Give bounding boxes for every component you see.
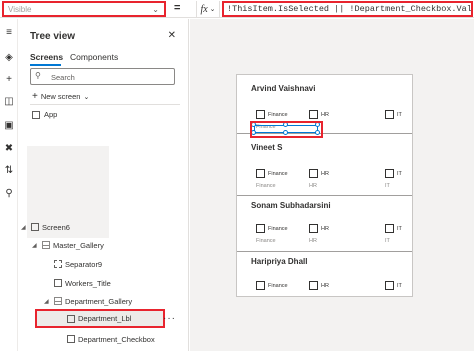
tree-view-title: Tree view (30, 31, 76, 42)
screen-icon (31, 223, 39, 231)
divider (237, 251, 412, 252)
property-name: Visible (8, 4, 32, 14)
divider (237, 195, 412, 196)
equals-sign: = (174, 2, 181, 14)
formula-input[interactable]: !ThisItem.IsSelected || !Department_Chec… (222, 1, 473, 17)
checkbox-icon (67, 335, 75, 343)
master-gallery[interactable]: Arvind Vaishnavi Finance HR IT Finance V… (236, 74, 413, 297)
property-dropdown[interactable]: Visible ⌄ (2, 1, 166, 17)
tree-item-label: App (44, 110, 58, 119)
chevron-down-icon: ◢ (44, 298, 49, 305)
tab-components[interactable]: Components (70, 52, 118, 62)
variables-icon[interactable]: ⇅ (3, 165, 15, 177)
department-label: HR (309, 183, 317, 189)
gallery-card[interactable]: Vineet S Finance HR IT Finance HR IT (237, 143, 412, 197)
chevron-down-icon: ◢ (32, 242, 37, 249)
new-screen-label: New screen (40, 92, 81, 101)
tree-item-screen[interactable]: ◢ Screen6 (21, 220, 70, 234)
gallery-icon (42, 241, 50, 249)
checkbox-label: HR (321, 283, 329, 289)
selection-highlight (250, 121, 323, 138)
checkbox-label: HR (321, 171, 329, 177)
tree-item-master-gallery[interactable]: ◢ Master_Gallery (32, 238, 104, 252)
more-options-icon[interactable]: ··· (163, 313, 176, 324)
worker-name: Haripriya Dhall (251, 257, 308, 266)
left-rail: ≡ ◈ + ◫ ▣ ✖ ⇅ ⚲ (0, 19, 18, 351)
tab-active-indicator (30, 64, 61, 66)
department-checkbox[interactable] (385, 169, 394, 178)
checkbox-label: IT (397, 226, 402, 232)
chevron-down-icon: ⌄ (152, 5, 159, 14)
database-icon[interactable]: ◫ (3, 96, 15, 108)
department-label: IT (385, 238, 390, 244)
department-label: Finance (256, 238, 276, 244)
layers-icon[interactable]: ◈ (3, 52, 15, 64)
divider (30, 104, 180, 105)
department-checkbox[interactable] (385, 110, 394, 119)
worker-name: Arvind Vaishnavi (251, 84, 316, 93)
tree-item-app[interactable]: App (32, 110, 57, 119)
tree-item-label: Separator9 (65, 259, 103, 269)
checkbox-label: HR (321, 226, 329, 232)
worker-name: Sonam Subhadarsini (251, 201, 331, 210)
tab-screens[interactable]: Screens (30, 52, 63, 62)
chevron-down-icon: ◢ (21, 224, 26, 231)
tree-item-label: Department_Gallery (65, 296, 133, 306)
tree-item-department-checkbox[interactable]: Department_Checkbox (67, 332, 155, 346)
gallery-card[interactable]: Haripriya Dhall Finance HR IT (251, 257, 402, 296)
separator-icon (54, 260, 62, 268)
department-label: HR (309, 238, 317, 244)
department-checkbox[interactable] (385, 224, 394, 233)
department-checkbox[interactable] (309, 281, 318, 290)
department-checkbox[interactable] (256, 224, 265, 233)
checkbox-label: HR (321, 112, 329, 118)
formula-bar: Visible ⌄ = fx ⌄ !ThisItem.IsSelected || … (0, 0, 474, 18)
hamburger-icon[interactable]: ≡ (3, 27, 15, 39)
chevron-down-icon: ⌄ (83, 93, 90, 101)
tree-item-label: Department_Checkbox (78, 334, 155, 344)
department-checkbox[interactable] (309, 169, 318, 178)
app-icon (32, 110, 40, 119)
department-checkbox[interactable] (385, 281, 394, 290)
new-screen-button[interactable]: + New screen ⌄ (32, 91, 89, 102)
tree-item-label: Master_Gallery (53, 240, 104, 250)
gallery-icon (54, 297, 62, 305)
label-icon (54, 279, 62, 287)
media-icon[interactable]: ▣ (3, 120, 15, 132)
department-checkbox[interactable] (256, 110, 265, 119)
department-label: IT (385, 183, 390, 189)
search-icon[interactable]: ⚲ (3, 188, 15, 200)
tree-item-label: Screen6 (42, 222, 70, 232)
fx-button[interactable]: fx ⌄ (196, 1, 220, 17)
search-icon: ⚲ (35, 71, 41, 80)
plus-icon: + (32, 91, 38, 102)
chevron-down-icon: ⌄ (209, 6, 216, 13)
tools-icon[interactable]: ✖ (3, 143, 15, 155)
formula-text: !ThisItem.IsSelected || !Department_Chec… (227, 4, 473, 14)
checkbox-label: Finance (268, 171, 288, 177)
tree-item-label: Workers_Title (65, 278, 111, 288)
tree-item-workers-title[interactable]: Workers_Title (54, 276, 111, 290)
close-icon[interactable]: ✕ (168, 30, 176, 41)
gallery-card[interactable]: Sonam Subhadarsini Finance HR IT Finance… (237, 201, 412, 255)
plus-icon[interactable]: + (3, 74, 15, 86)
checkbox-label: IT (397, 112, 402, 118)
department-label: Finance (256, 183, 276, 189)
search-input[interactable]: ⚲ Search (30, 68, 175, 85)
worker-name: Vineet S (251, 143, 283, 152)
checkbox-label: IT (397, 283, 402, 289)
tree-item-separator[interactable]: Separator9 (54, 257, 102, 271)
tree-item-department-gallery[interactable]: ◢ Department_Gallery (44, 294, 132, 308)
search-placeholder: Search (51, 73, 75, 82)
fx-icon: fx (200, 3, 208, 15)
checkbox-label: Finance (268, 226, 288, 232)
checkbox-label: Finance (268, 112, 288, 118)
department-checkbox[interactable] (309, 224, 318, 233)
checkbox-label: Finance (268, 283, 288, 289)
department-checkbox[interactable] (256, 281, 265, 290)
department-checkbox[interactable] (309, 110, 318, 119)
selection-highlight (35, 309, 165, 328)
checkbox-label: IT (397, 171, 402, 177)
department-checkbox[interactable] (256, 169, 265, 178)
